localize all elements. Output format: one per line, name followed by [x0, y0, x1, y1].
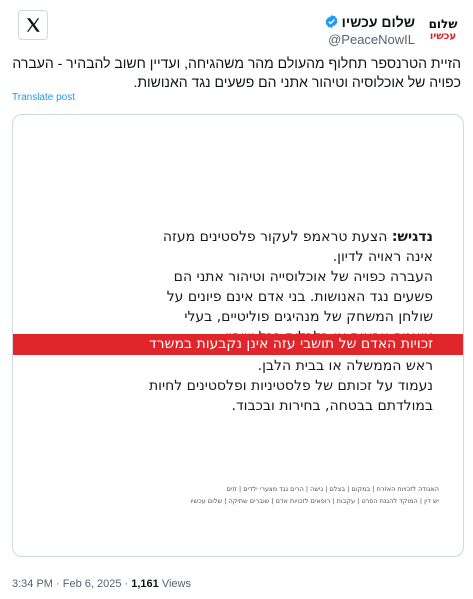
statement-line: נעמוד על זכותם של פלסטיניות ופלסטינים לח… — [148, 378, 433, 394]
timestamp[interactable]: 3:34 PM · Feb 6, 2025 · — [12, 578, 131, 590]
highlight-line: זכויות האדם של תושבי עזה אינן נקבעות במש… — [149, 336, 433, 352]
x-logo-icon[interactable] — [18, 10, 48, 40]
statement-line-text: הצעת טראמפ לעקור פלסטינים מעזה — [162, 229, 392, 245]
verified-badge-icon — [325, 14, 338, 29]
statement-continuation: ראש הממשלה או בבית הלבן. נעמוד על זכותם … — [41, 356, 433, 416]
post-image[interactable]: נדגיש: הצעת טראמפ לעקור פלסטינים מעזה אי… — [12, 114, 464, 557]
statement-line: במולדתם בבטחה, בחירות ובכבוד. — [231, 398, 433, 414]
statement-line: פשעים נגד האנושות. בני אדם אינם פיונים ע… — [166, 289, 433, 305]
statement-line: ראש הממשלה או בבית הלבן. — [257, 358, 433, 374]
author-names: שלום עכשיו @PeaceNowIL — [324, 14, 415, 47]
statement-text: נדגיש: הצעת טראמפ לעקור פלסטינים מעזה אי… — [41, 227, 433, 347]
views-label: Views — [158, 578, 191, 590]
display-name[interactable]: שלום עכשיו — [342, 14, 415, 30]
partners-row: האגודה לזכויות האזרח | במקום | בצלם | גי… — [226, 485, 439, 493]
statement-line: אינה ראויה לדיון. — [332, 249, 433, 265]
tweet-text: הזיית הטרנספר תחלוף מהעולם מהר משהגיחה, … — [12, 55, 461, 90]
name-row: שלום עכשיו — [324, 14, 415, 30]
statement-lead: נדגיש: — [391, 229, 433, 245]
views-count[interactable]: 1,161 — [131, 578, 159, 590]
avatar-line2: עכשיו — [429, 31, 457, 42]
avatar[interactable]: שלום עכשיו — [423, 10, 463, 50]
avatar-line1: שלום — [428, 17, 458, 31]
handle[interactable]: @PeaceNowIL — [328, 32, 415, 47]
translate-post-link[interactable]: Translate post — [12, 92, 75, 103]
partner-organizations: האגודה לזכויות האזרח | במקום | בצלם | גי… — [33, 483, 439, 507]
tweet-header: שלום עכשיו שלום עכשיו @PeaceNowIL — [10, 8, 463, 52]
statement-line: שולחן המשחק של מנהיגים פוליטיים, בעלי — [184, 309, 433, 325]
author-block[interactable]: שלום עכשיו שלום עכשיו @PeaceNowIL — [324, 8, 463, 52]
partners-row: יש דין | המוקד להגנת הפרט | עקבות | רופא… — [190, 497, 439, 505]
statement-line: נדגיש: הצעת טראמפ לעקור פלסטינים מעזה — [41, 227, 433, 247]
tweet-meta: 3:34 PM · Feb 6, 2025 · 1,161 Views — [12, 578, 191, 590]
statement-line: העברה כפויה של אוכלוסייה וטיהור אתני הם — [173, 269, 433, 285]
